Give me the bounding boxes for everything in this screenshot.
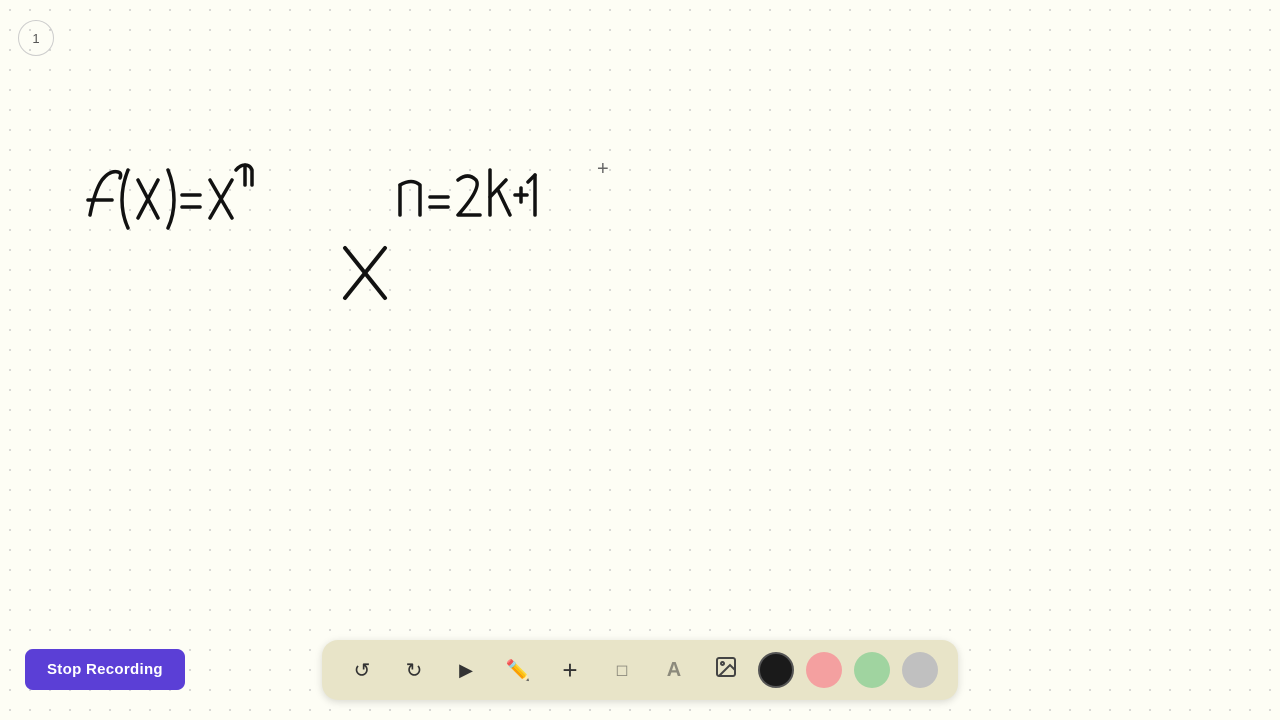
- eraser-icon: ◻: [615, 660, 628, 680]
- page-number: 1: [18, 20, 54, 56]
- add-icon: +: [562, 655, 577, 686]
- redo-button[interactable]: ↻: [394, 650, 434, 690]
- stop-recording-button[interactable]: Stop Recording: [25, 649, 185, 690]
- image-button[interactable]: [706, 650, 746, 690]
- toolbar: ↺ ↻ ▶ ✏️ + ◻ A: [322, 640, 958, 700]
- pen-tool-button[interactable]: ✏️: [498, 650, 538, 690]
- page-number-text: 1: [32, 31, 39, 46]
- color-green[interactable]: [854, 652, 890, 688]
- eraser-button[interactable]: ◻: [602, 650, 642, 690]
- pen-icon: ✏️: [506, 658, 531, 683]
- color-pink[interactable]: [806, 652, 842, 688]
- text-icon: A: [667, 659, 681, 682]
- undo-button[interactable]: ↺: [342, 650, 382, 690]
- color-black[interactable]: [758, 652, 794, 688]
- canvas-area[interactable]: [0, 0, 1280, 720]
- select-icon: ▶: [459, 660, 473, 681]
- color-gray[interactable]: [902, 652, 938, 688]
- redo-icon: ↻: [406, 658, 423, 683]
- text-tool-button[interactable]: A: [654, 650, 694, 690]
- add-button[interactable]: +: [550, 650, 590, 690]
- image-icon: [714, 655, 738, 685]
- select-tool-button[interactable]: ▶: [446, 650, 486, 690]
- undo-icon: ↺: [354, 658, 371, 683]
